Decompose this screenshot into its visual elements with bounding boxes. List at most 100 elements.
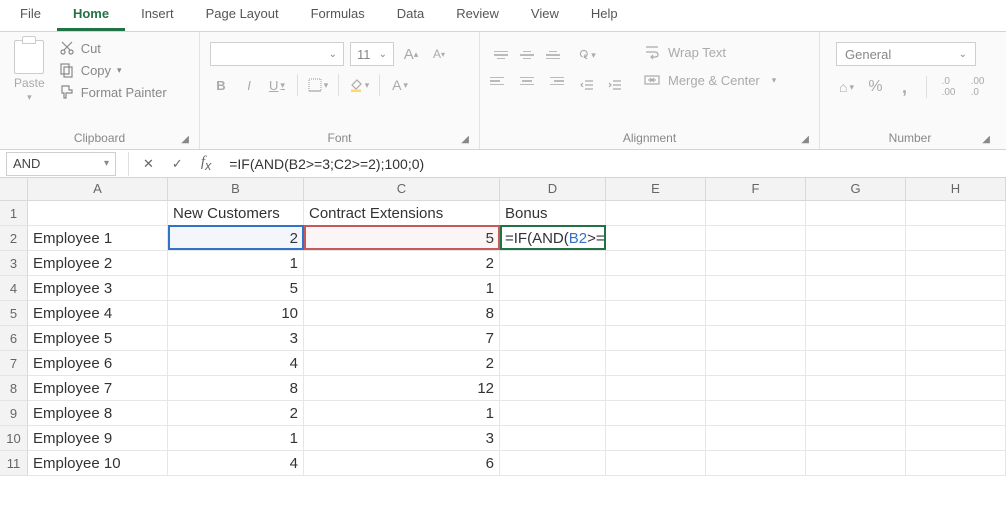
col-header-a[interactable]: A <box>28 178 168 200</box>
cell[interactable] <box>500 276 606 301</box>
cell[interactable] <box>906 426 1006 451</box>
dialog-launcher-icon[interactable]: ◢ <box>982 134 990 145</box>
row-header[interactable]: 1 <box>0 201 28 226</box>
select-all-corner[interactable] <box>0 178 28 200</box>
cell[interactable] <box>606 326 706 351</box>
row-header[interactable]: 9 <box>0 401 28 426</box>
cell[interactable]: Employee 4 <box>28 301 168 326</box>
cell[interactable] <box>806 426 906 451</box>
formula-input[interactable]: =IF(AND(B2>=3;C2>=2);100;0) <box>219 156 1006 172</box>
decrease-decimal-button[interactable]: .00.0 <box>967 76 988 98</box>
dialog-launcher-icon[interactable]: ◢ <box>801 134 809 145</box>
dialog-launcher-icon[interactable]: ◢ <box>461 134 469 145</box>
cell[interactable]: Contract Extensions <box>304 201 500 226</box>
cell[interactable] <box>806 451 906 476</box>
worksheet[interactable]: A B C D E F G H 1New CustomersContract E… <box>0 178 1006 476</box>
chevron-down-icon[interactable]: ▾ <box>27 92 32 103</box>
cell[interactable] <box>906 226 1006 251</box>
cell[interactable]: =IF(AND(B2>=3;C2>=2);100;0) <box>500 226 606 251</box>
tab-view[interactable]: View <box>515 0 575 31</box>
cell[interactable] <box>606 376 706 401</box>
cell[interactable]: 4 <box>168 451 304 476</box>
tab-help[interactable]: Help <box>575 0 634 31</box>
cell[interactable]: Employee 1 <box>28 226 168 251</box>
cell[interactable] <box>706 326 806 351</box>
increase-indent-button[interactable] <box>604 74 626 96</box>
borders-button[interactable] <box>307 74 329 96</box>
cell[interactable]: 2 <box>168 401 304 426</box>
cell[interactable] <box>606 201 706 226</box>
enter-icon[interactable]: ✓ <box>172 156 183 172</box>
percent-button[interactable]: % <box>865 76 886 98</box>
row-header[interactable]: 3 <box>0 251 28 276</box>
row-header[interactable]: 4 <box>0 276 28 301</box>
cell[interactable]: Employee 7 <box>28 376 168 401</box>
cell[interactable] <box>806 376 906 401</box>
cell[interactable] <box>500 426 606 451</box>
cell[interactable]: Employee 3 <box>28 276 168 301</box>
cell[interactable] <box>706 401 806 426</box>
cell[interactable] <box>606 351 706 376</box>
cell[interactable]: 1 <box>304 276 500 301</box>
col-header-g[interactable]: G <box>806 178 906 200</box>
cell[interactable] <box>706 226 806 251</box>
cell[interactable]: 1 <box>168 426 304 451</box>
cell[interactable] <box>500 376 606 401</box>
row-header[interactable]: 10 <box>0 426 28 451</box>
cell[interactable] <box>806 401 906 426</box>
cell[interactable] <box>500 301 606 326</box>
cell[interactable] <box>706 426 806 451</box>
align-right-button[interactable] <box>542 70 564 92</box>
cell[interactable] <box>500 326 606 351</box>
align-bottom-button[interactable] <box>542 44 564 66</box>
increase-font-icon[interactable]: A▴ <box>400 43 422 65</box>
cell[interactable]: 5 <box>304 226 500 251</box>
cell[interactable] <box>706 201 806 226</box>
fx-icon[interactable]: fx <box>201 154 211 173</box>
cell[interactable]: 12 <box>304 376 500 401</box>
tab-review[interactable]: Review <box>440 0 515 31</box>
cell[interactable] <box>806 226 906 251</box>
cell[interactable]: Employee 9 <box>28 426 168 451</box>
cell[interactable] <box>500 351 606 376</box>
cell[interactable] <box>606 276 706 301</box>
col-header-c[interactable]: C <box>304 178 500 200</box>
font-size-select[interactable]: 11⌄ <box>350 42 394 66</box>
chevron-down-icon[interactable]: ▾ <box>772 75 777 86</box>
copy-button[interactable]: Copy ▾ <box>59 62 167 78</box>
cell[interactable]: 7 <box>304 326 500 351</box>
italic-button[interactable]: I <box>238 74 260 96</box>
chevron-down-icon[interactable]: ▾ <box>104 158 109 169</box>
cell[interactable] <box>500 451 606 476</box>
row-header[interactable]: 2 <box>0 226 28 251</box>
tab-formulas[interactable]: Formulas <box>295 0 381 31</box>
wrap-text-button[interactable]: Wrap Text <box>644 44 776 60</box>
cancel-icon[interactable]: ✕ <box>143 156 154 172</box>
cell[interactable] <box>606 251 706 276</box>
tab-page-layout[interactable]: Page Layout <box>190 0 295 31</box>
cell[interactable]: Employee 10 <box>28 451 168 476</box>
col-header-e[interactable]: E <box>606 178 706 200</box>
cell[interactable] <box>28 201 168 226</box>
tab-home[interactable]: Home <box>57 0 125 31</box>
cell[interactable] <box>806 276 906 301</box>
cell[interactable]: Employee 5 <box>28 326 168 351</box>
cell[interactable]: 3 <box>168 326 304 351</box>
cell[interactable]: 8 <box>168 376 304 401</box>
cell[interactable] <box>706 276 806 301</box>
cell[interactable] <box>906 301 1006 326</box>
fill-color-button[interactable] <box>348 74 370 96</box>
cell[interactable] <box>906 376 1006 401</box>
cell[interactable] <box>906 451 1006 476</box>
merge-center-button[interactable]: Merge & Center ▾ <box>644 72 776 88</box>
paste-button[interactable]: Paste ▾ <box>10 36 53 103</box>
font-color-button[interactable]: A <box>389 74 411 96</box>
format-painter-button[interactable]: Format Painter <box>59 84 167 100</box>
tab-insert[interactable]: Insert <box>125 0 190 31</box>
cell[interactable]: 10 <box>168 301 304 326</box>
col-header-f[interactable]: F <box>706 178 806 200</box>
cell[interactable]: 4 <box>168 351 304 376</box>
cell[interactable] <box>500 251 606 276</box>
cell[interactable] <box>606 401 706 426</box>
cell[interactable] <box>806 326 906 351</box>
